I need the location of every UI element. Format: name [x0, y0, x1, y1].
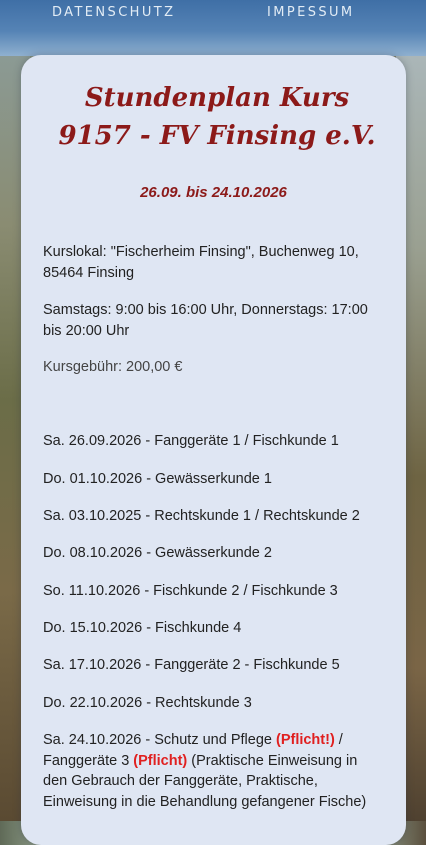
final-item-text-1: Sa. 24.10.2026 - Schutz und Pflege [43, 732, 276, 748]
schedule-item: Sa. 26.09.2026 - Fanggeräte 1 / Fischkun… [43, 433, 339, 449]
top-navigation-bar: DATENSCHUTZ IMPESSUM [0, 0, 426, 56]
page-title: Stundenplan Kurs 9157 - FV Finsing e.V. [58, 83, 376, 151]
schedule-item: Sa. 17.10.2026 - Fanggeräte 2 - Fischkun… [43, 657, 340, 673]
schedule-item: Do. 01.10.2026 - Gewässerkunde 1 [43, 471, 272, 487]
course-dates: 26.09. bis 24.10.2026 [140, 184, 287, 201]
schedule-item: So. 11.10.2026 - Fischkunde 2 / Fischkun… [43, 583, 338, 599]
schedule-item: Do. 15.10.2026 - Fischkunde 4 [43, 620, 242, 636]
course-times: Samstags: 9:00 bis 16:00 Uhr, Donnerstag… [43, 302, 368, 339]
course-fee: Kursgebühr: 200,00 € [43, 359, 183, 375]
schedule-item: Do. 08.10.2026 - Gewässerkunde 2 [43, 545, 272, 561]
required-note: (Pflicht!) [275, 732, 335, 748]
nav-link-impressum[interactable]: IMPESSUM [267, 5, 355, 20]
schedule-item-final: Sa. 24.10.2026 - Schutz und Pflege (Pfli… [43, 730, 378, 812]
schedule-item: Sa. 03.10.2025 - Rechtskunde 1 / Rechtsk… [43, 508, 360, 524]
required-note: (Pflicht) [133, 752, 188, 769]
schedule-item: Do. 22.10.2026 - Rechtskunde 3 [43, 695, 252, 711]
schedule-card: Stundenplan Kurs 9157 - FV Finsing e.V. … [21, 55, 406, 845]
nav-link-datenschutz[interactable]: DATENSCHUTZ [52, 5, 175, 20]
course-location: Kurslokal: "Fischerheim Finsing", Buchen… [43, 244, 359, 281]
